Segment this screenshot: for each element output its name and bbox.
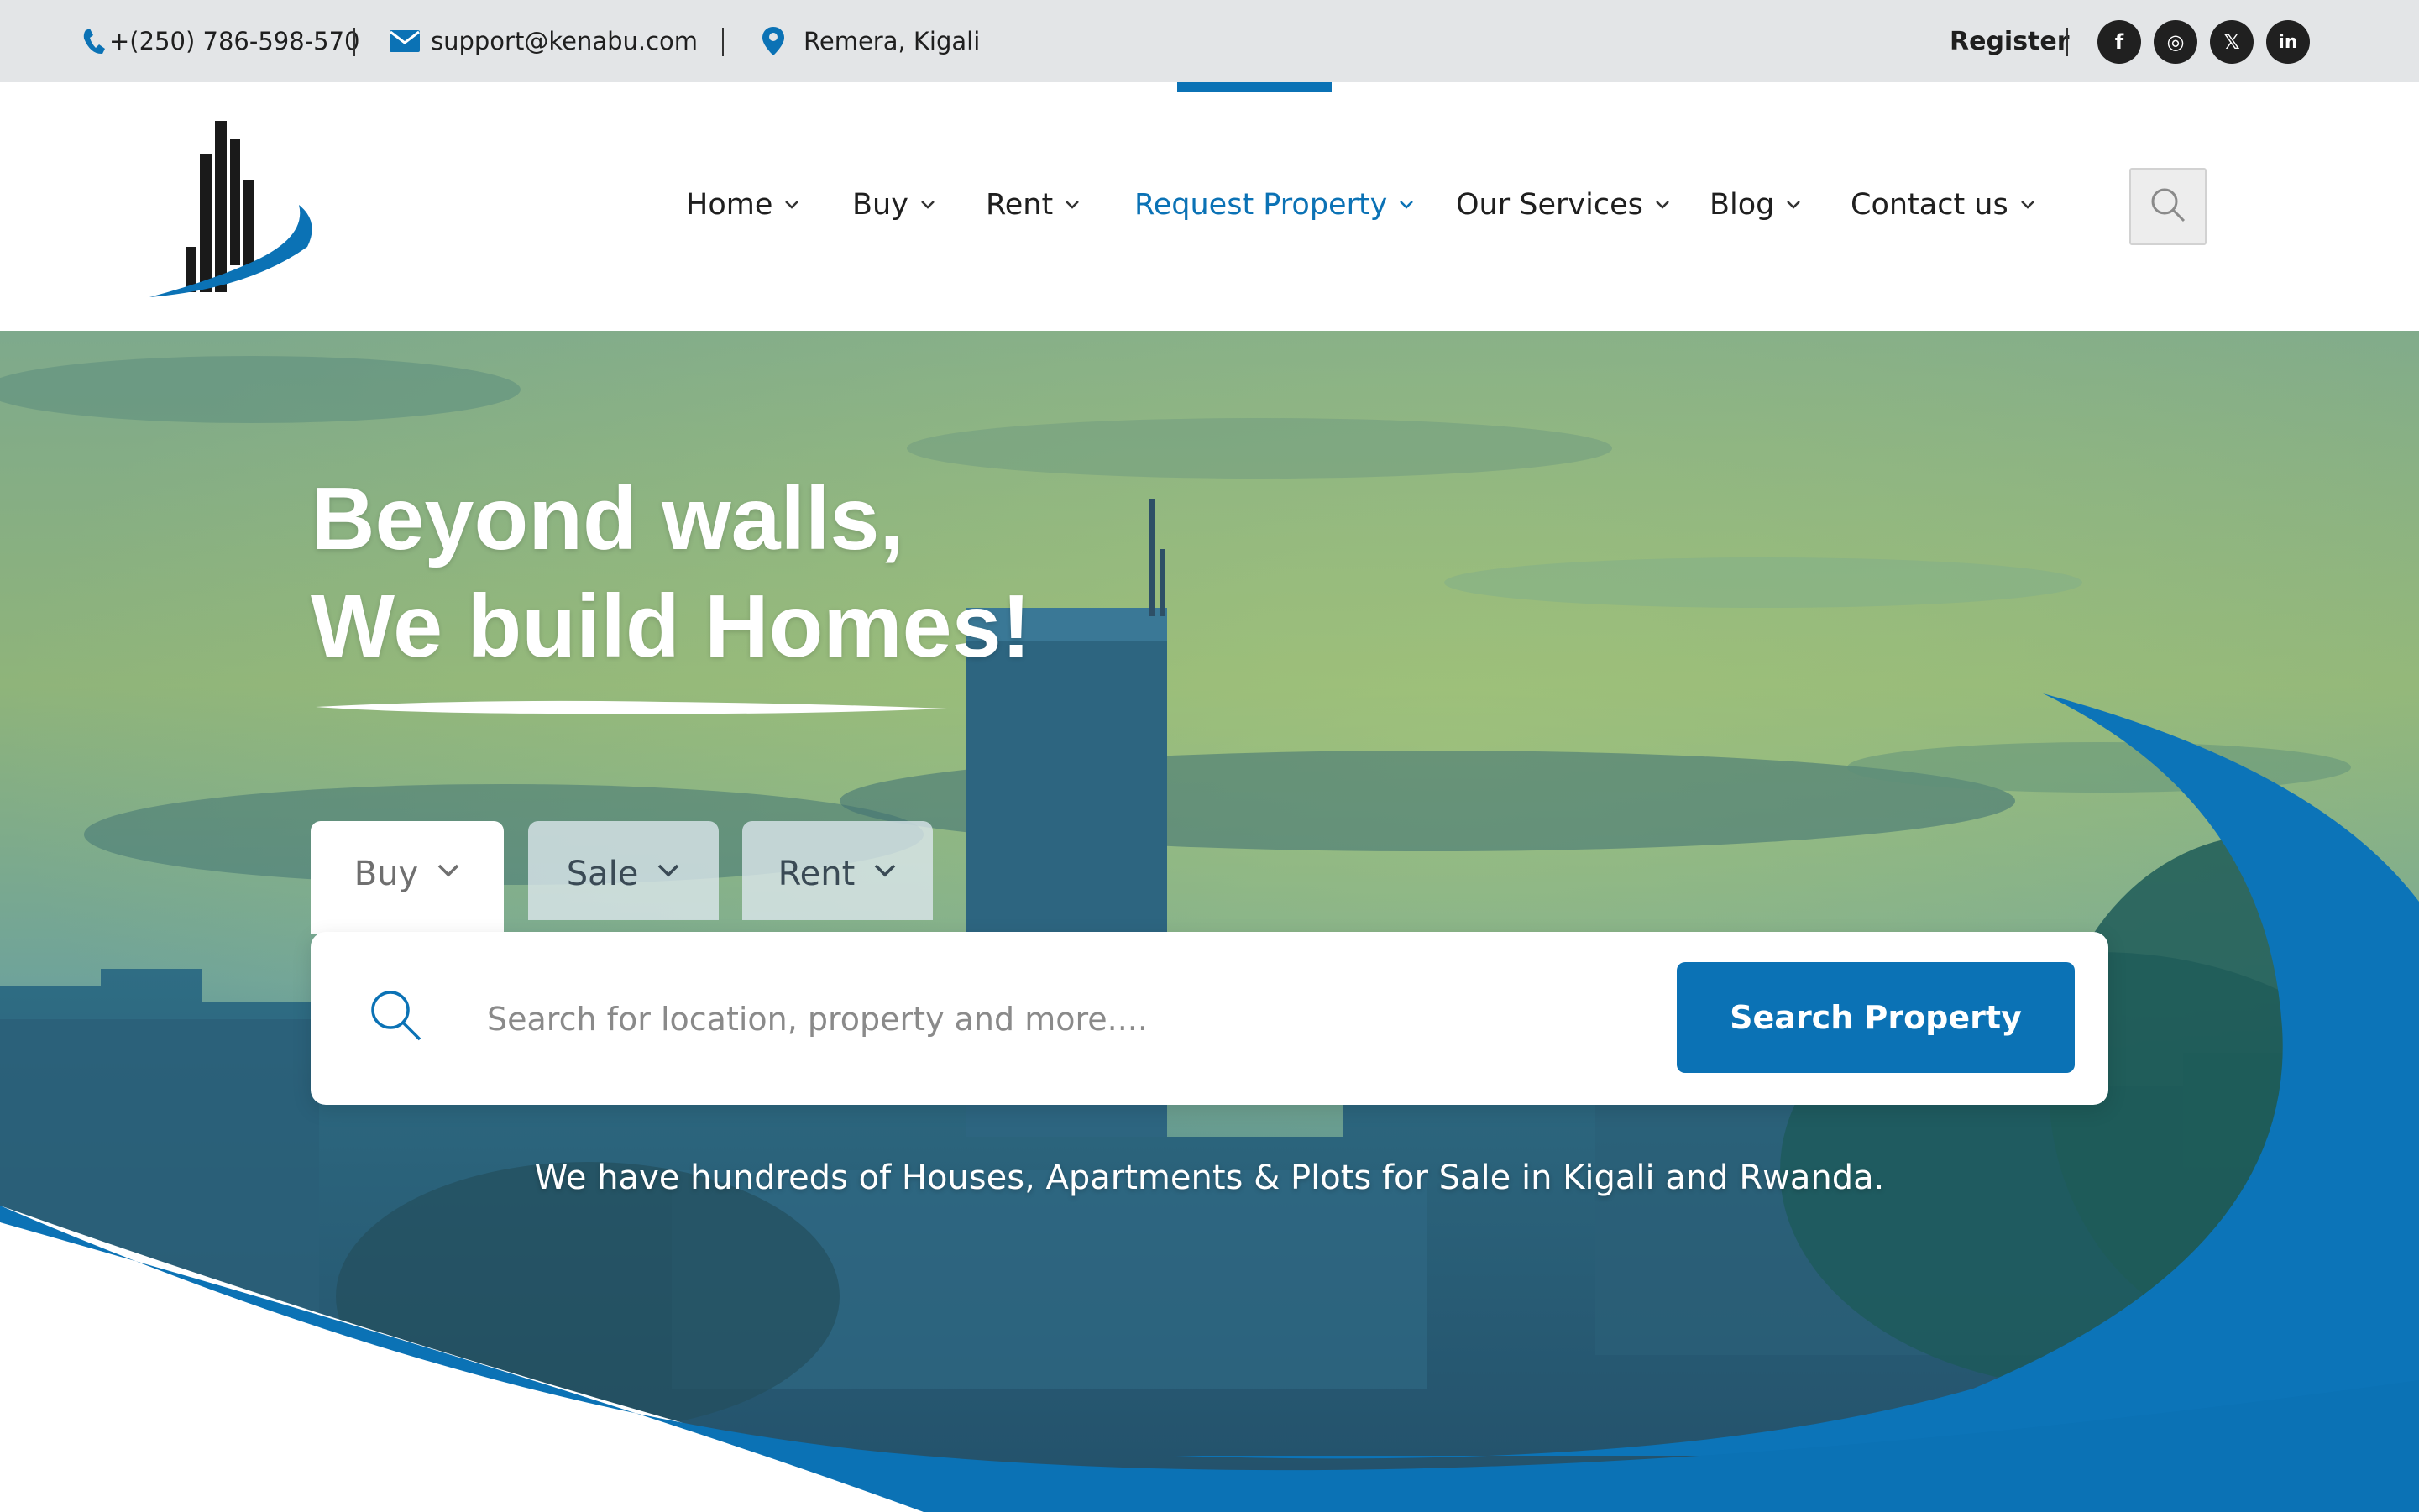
- divider: [722, 28, 724, 56]
- divider: [353, 28, 355, 56]
- chevron-down-icon: [437, 855, 460, 878]
- property-search-input[interactable]: [487, 981, 1621, 1058]
- nav-home[interactable]: Home: [686, 181, 799, 228]
- chevron-down-icon: [873, 855, 897, 878]
- chevron-down-icon: [784, 200, 799, 210]
- tab-buy[interactable]: Buy: [311, 821, 504, 934]
- chevron-down-icon: [1655, 200, 1670, 210]
- hero-section: Beyond walls, We build Homes! Buy Sale R…: [0, 331, 2419, 1512]
- email-contact[interactable]: support@kenabu.com: [389, 0, 698, 82]
- nav-buy-label: Buy: [852, 188, 908, 222]
- facebook-icon[interactable]: f: [2097, 20, 2141, 64]
- nav-our-services[interactable]: Our Services: [1456, 181, 1670, 228]
- search-icon: [368, 987, 423, 1046]
- chevron-down-icon: [1786, 200, 1801, 210]
- divider: [2066, 28, 2068, 56]
- nav-buy[interactable]: Buy: [852, 181, 935, 228]
- tab-sale-label: Sale: [566, 855, 639, 893]
- location-text: Remera, Kigali: [804, 27, 981, 55]
- chevron-down-icon: [1065, 200, 1080, 210]
- nav-blog-label: Blog: [1710, 188, 1775, 222]
- header-search-button[interactable]: [2129, 168, 2207, 245]
- chevron-down-icon: [1399, 200, 1414, 210]
- phone-contact[interactable]: +(250) 786-598-570: [81, 0, 359, 82]
- nav-contact-us-label: Contact us: [1851, 188, 2008, 222]
- main-header: Home Buy Rent Request Property Our Servi…: [0, 82, 2419, 331]
- nav-blog[interactable]: Blog: [1710, 181, 1801, 228]
- hero-headline: Beyond walls, We build Homes!: [311, 465, 1031, 680]
- logo[interactable]: [148, 121, 316, 301]
- hero-tagline: We have hundreds of Houses, Apartments &…: [534, 1159, 1885, 1197]
- nav-rent[interactable]: Rent: [986, 181, 1080, 228]
- chevron-down-icon: [920, 200, 935, 210]
- hero-headline-line1: Beyond walls,: [311, 469, 904, 568]
- email-address: support@kenabu.com: [431, 27, 699, 55]
- tab-buy-label: Buy: [353, 855, 419, 893]
- nav-our-services-label: Our Services: [1456, 188, 1643, 222]
- mail-icon: [389, 29, 421, 53]
- nav-rent-label: Rent: [986, 188, 1054, 222]
- property-search-bar: Search Property: [311, 932, 2108, 1105]
- search-property-button[interactable]: Search Property: [1677, 962, 2075, 1073]
- location-contact: Remera, Kigali: [762, 0, 980, 82]
- x-twitter-icon[interactable]: 𝕏: [2210, 20, 2254, 64]
- linkedin-icon[interactable]: in: [2266, 20, 2310, 64]
- chevron-down-icon: [2020, 200, 2035, 210]
- location-pin-icon: [762, 26, 785, 56]
- nav-contact-us[interactable]: Contact us: [1851, 181, 2035, 228]
- tab-rent-label: Rent: [778, 855, 856, 893]
- hero-headline-line2: We build Homes!: [311, 577, 1031, 676]
- tab-sale[interactable]: Sale: [528, 821, 719, 920]
- brush-stroke-underline: [316, 700, 947, 714]
- phone-number: +(250) 786-598-570: [109, 27, 360, 55]
- nav-home-label: Home: [686, 188, 773, 222]
- top-bar: +(250) 786-598-570 support@kenabu.com Re…: [0, 0, 2419, 82]
- nav-request-property[interactable]: Request Property: [1134, 181, 1414, 228]
- search-icon: [2149, 186, 2186, 227]
- instagram-icon[interactable]: ◎: [2154, 20, 2197, 64]
- register-link[interactable]: Register: [1950, 0, 2070, 82]
- active-nav-indicator: [1177, 82, 1332, 92]
- chevron-down-icon: [657, 855, 680, 878]
- phone-icon: [81, 27, 106, 55]
- nav-request-property-label: Request Property: [1134, 188, 1388, 222]
- tab-rent[interactable]: Rent: [742, 821, 933, 920]
